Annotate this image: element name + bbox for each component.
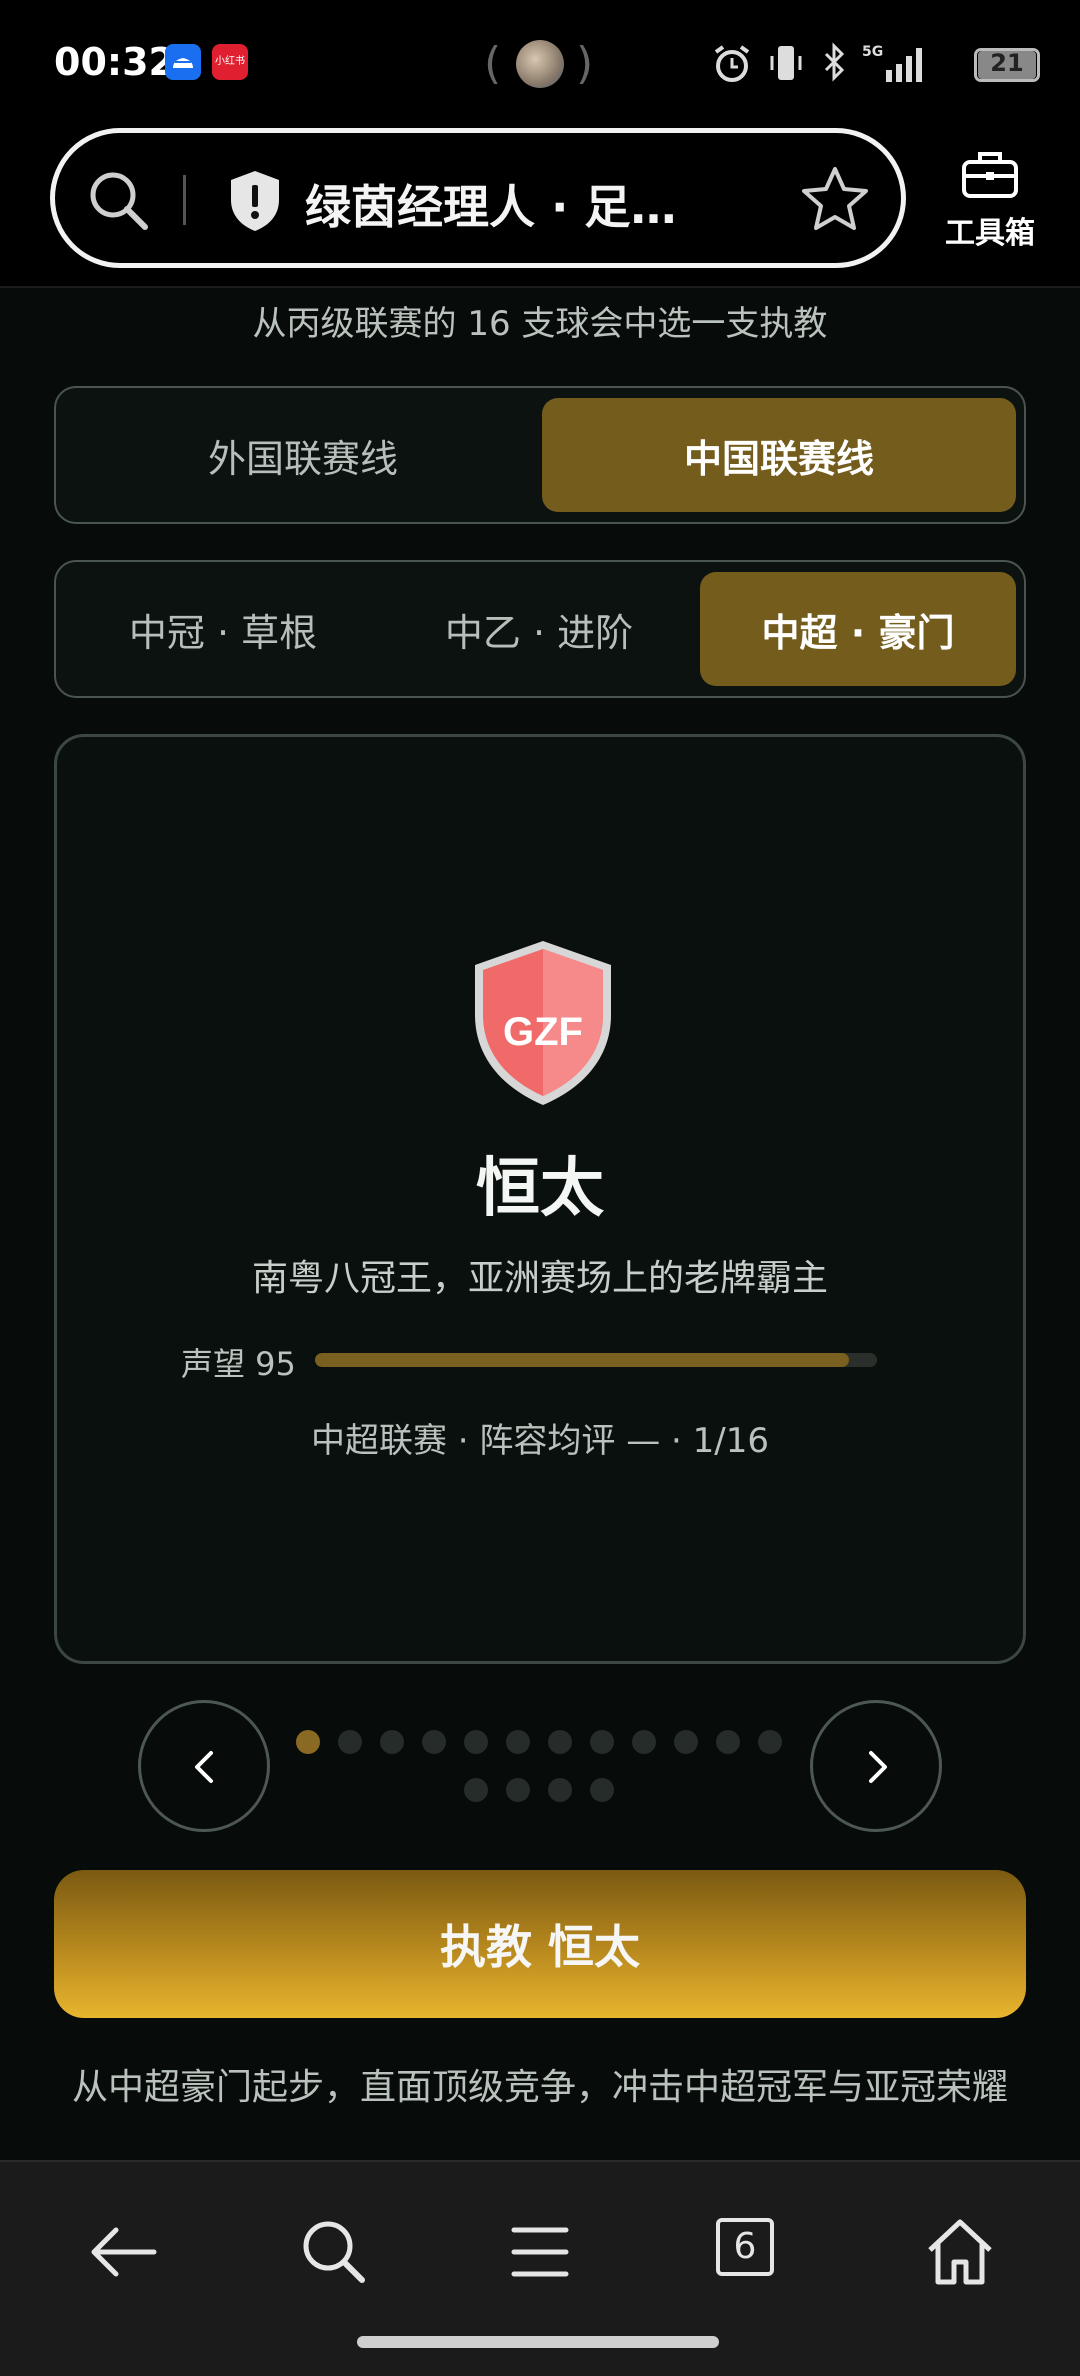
next-club-button[interactable]	[810, 1700, 942, 1832]
status-icons: 5G 21	[710, 36, 1040, 92]
vibrate-icon	[770, 46, 802, 80]
pagination-dot[interactable]	[506, 1730, 530, 1754]
tab-tier-china-champions[interactable]: 中冠 · 草根	[68, 572, 378, 686]
reputation-label: 声望 95	[181, 1345, 296, 1383]
xiaohongshu-app-label: 小红书	[215, 56, 245, 67]
cloud-app-icon	[165, 44, 201, 80]
avatar	[516, 40, 564, 88]
pagination-dot[interactable]	[674, 1730, 698, 1754]
back-icon	[91, 2227, 157, 2277]
address-bar[interactable]: 绿茵经理人 · 足…	[50, 128, 906, 268]
home-indicator[interactable]	[357, 2336, 719, 2348]
tabs-icon: 6	[716, 2218, 774, 2276]
club-card: GZF 恒太 南粤八冠王，亚洲赛场上的老牌霸主 声望 95 中超联赛 · 阵容均…	[54, 734, 1026, 1664]
club-name: 恒太	[476, 1152, 604, 1226]
coach-club-button[interactable]: 执教 恒太	[54, 1870, 1026, 2018]
search-icon	[303, 2221, 365, 2283]
pagination-dot[interactable]	[464, 1778, 488, 1802]
footnote: 从中超豪门起步，直面顶级竞争，冲击中超冠军与亚冠荣耀	[71, 2067, 1008, 2108]
home-button[interactable]	[920, 2212, 1000, 2292]
pagination-dot[interactable]	[758, 1730, 782, 1754]
address-divider	[183, 175, 186, 225]
app-root: 00:32 小红书 ( ) 5G 21 绿茵经理人 · 足… 工具箱 从丙级联赛…	[0, 0, 1080, 2376]
club-crest-icon: GZF	[475, 941, 611, 1105]
toolbox-icon	[962, 152, 1018, 198]
paren-left-icon: (	[484, 38, 502, 89]
league-line-selector: 外国联赛线 中国联赛线	[54, 386, 1026, 524]
battery-icon: 21	[974, 48, 1040, 82]
tab-tier-super-league[interactable]: 中超 · 豪门	[700, 572, 1016, 686]
pagination-dot[interactable]	[296, 1730, 320, 1754]
back-button[interactable]	[84, 2212, 164, 2292]
shield-warning-icon[interactable]	[225, 167, 285, 235]
reputation-bar	[315, 1353, 877, 1367]
bookmark-star-icon[interactable]	[799, 163, 871, 235]
home-icon	[928, 2219, 992, 2285]
tab-tier-china-league-two[interactable]: 中乙 · 进阶	[384, 572, 694, 686]
paren-right-icon: )	[576, 38, 594, 89]
tab-chinese-league[interactable]: 中国联赛线	[542, 398, 1016, 512]
network-type: 5G	[862, 44, 883, 60]
club-description: 南粤八冠王，亚洲赛场上的老牌霸主	[251, 1258, 828, 1299]
pagination-dot[interactable]	[380, 1730, 404, 1754]
page-subtitle: 从丙级联赛的 16 支球会中选一支执教	[252, 304, 828, 344]
pagination-dot[interactable]	[548, 1730, 572, 1754]
xiaohongshu-app-icon: 小红书	[212, 44, 248, 80]
pagination-dot[interactable]	[338, 1730, 362, 1754]
search-icon[interactable]	[85, 167, 153, 235]
battery-level: 21	[990, 49, 1024, 77]
reputation-bar-fill	[315, 1353, 849, 1367]
chevron-left-icon	[195, 1751, 213, 1783]
pagination-dot[interactable]	[590, 1730, 614, 1754]
bluetooth-icon	[824, 42, 845, 82]
page-title[interactable]: 绿茵经理人 · 足…	[305, 171, 677, 237]
pagination-dot[interactable]	[548, 1778, 572, 1802]
status-bar: 00:32 小红书 ( ) 5G 21	[0, 0, 1080, 120]
tabs-button[interactable]: 6	[710, 2212, 790, 2292]
media-indicator[interactable]: ( )	[484, 36, 594, 92]
pagination-dot[interactable]	[464, 1730, 488, 1754]
pagination-dot[interactable]	[716, 1730, 740, 1754]
search-nav-button[interactable]	[294, 2212, 374, 2292]
pagination-dot[interactable]	[632, 1730, 656, 1754]
signal-5g-icon: 5G	[862, 44, 922, 82]
menu-button[interactable]	[500, 2212, 580, 2292]
tier-selector: 中冠 · 草根 中乙 · 进阶 中超 · 豪门	[54, 560, 1026, 698]
alarm-icon	[714, 45, 750, 82]
pagination-dot[interactable]	[590, 1778, 614, 1802]
crest-text: GZF	[503, 1010, 583, 1054]
pagination-dot[interactable]	[422, 1730, 446, 1754]
menu-icon	[511, 2227, 569, 2277]
tab-foreign-league[interactable]: 外国联赛线	[68, 398, 538, 512]
prev-club-button[interactable]	[138, 1700, 270, 1832]
browser-toolbar: 绿茵经理人 · 足… 工具箱	[0, 120, 1080, 288]
toolbox-label: 工具箱	[945, 216, 1035, 251]
pagination-dot[interactable]	[506, 1778, 530, 1802]
status-time: 00:32	[54, 40, 175, 84]
toolbox-button[interactable]: 工具箱	[930, 148, 1050, 252]
club-meta: 中超联赛 · 阵容均评 — · 1/16	[310, 1421, 769, 1461]
chevron-right-icon	[869, 1751, 887, 1783]
